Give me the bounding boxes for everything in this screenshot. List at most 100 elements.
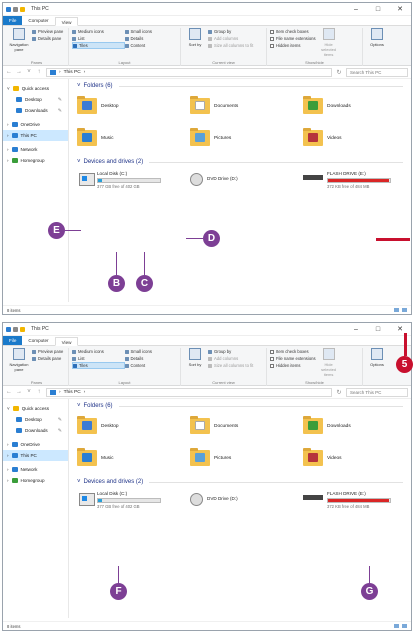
medium-icons-button[interactable]: Medium icons	[72, 348, 125, 355]
expand-chevron-icon[interactable]: ›	[7, 467, 9, 472]
folder-desktop[interactable]: Desktop	[77, 93, 190, 119]
add-columns-button[interactable]: Add columns	[208, 355, 253, 362]
folders-section-header[interactable]: ˅ Folders (6)	[77, 403, 403, 409]
drives-section-header[interactable]: ˅ Devices and drives (2)	[77, 159, 403, 165]
large-icons-view-icon[interactable]	[402, 308, 407, 312]
folder-pictures[interactable]: Pictures	[190, 445, 303, 471]
address-bar[interactable]: › This PC ›	[46, 387, 332, 397]
small-icons-button[interactable]: Small icons	[124, 348, 178, 355]
options-button[interactable]: Options	[366, 348, 388, 367]
file-name-extensions-checkbox[interactable]	[270, 356, 274, 361]
drive-dvd[interactable]: DVD Drive (D:)	[190, 489, 303, 517]
hidden-items-toggle[interactable]: Hidden items	[270, 42, 316, 49]
pin-icon[interactable]: ✎	[58, 108, 62, 114]
drive-local-disk[interactable]: Local Disk (C:) 377 GB free of 402 GB	[77, 169, 190, 197]
maximize-button[interactable]: □	[367, 323, 389, 336]
size-columns-button[interactable]: Size all columns to fit	[208, 362, 253, 369]
tiles-button[interactable]: Tiles	[72, 362, 125, 369]
address-bar[interactable]: › This PC ›	[46, 67, 332, 77]
preview-pane-button[interactable]: Preview pane	[32, 28, 63, 35]
details-pane-button[interactable]: Details pane	[32, 355, 63, 362]
medium-icons-button[interactable]: Medium icons	[72, 28, 125, 35]
item-check-boxes-toggle[interactable]: Item check boxes	[270, 28, 316, 35]
collapse-chevron-icon[interactable]: ˅	[77, 159, 81, 165]
item-check-boxes-checkbox[interactable]	[270, 29, 274, 34]
expand-chevron-icon[interactable]: ›	[7, 478, 9, 483]
collapse-chevron-icon[interactable]: ˅	[77, 479, 81, 485]
pin-icon[interactable]: ✎	[58, 417, 62, 423]
refresh-icon[interactable]: ↻	[336, 69, 342, 76]
folder-desktop[interactable]: Desktop	[77, 413, 190, 439]
folder-videos[interactable]: Videos	[303, 445, 403, 471]
nav-network[interactable]: › Network	[3, 464, 68, 475]
tab-view[interactable]: View	[54, 337, 79, 346]
file-name-extensions-toggle[interactable]: File name extensions	[270, 355, 316, 362]
item-check-boxes-toggle[interactable]: Item check boxes	[270, 348, 316, 355]
details-pane-button[interactable]: Details pane	[32, 35, 63, 42]
size-columns-button[interactable]: Size all columns to fit	[208, 42, 253, 49]
nav-quick-access[interactable]: ˅ Quick access	[3, 83, 68, 94]
list-button[interactable]: List	[72, 35, 125, 42]
pin-icon[interactable]: ✎	[58, 97, 62, 103]
folder-music[interactable]: Music	[77, 445, 190, 471]
expand-chevron-icon[interactable]: ˅	[7, 406, 10, 411]
drive-flash[interactable]: FLASH DRIVE (E:) 372 KB free of 484 MB	[303, 489, 403, 517]
maximize-button[interactable]: □	[367, 3, 389, 16]
new-folder-icon[interactable]	[20, 6, 25, 12]
drive-dvd[interactable]: DVD Drive (D:)	[190, 169, 303, 197]
list-button[interactable]: List	[72, 355, 125, 362]
expand-chevron-icon[interactable]: ˅	[7, 86, 10, 91]
nav-quick-access[interactable]: ˅ Quick access	[3, 403, 68, 414]
nav-downloads[interactable]: Downloads ✎	[3, 105, 68, 116]
folder-pictures[interactable]: Pictures	[190, 125, 303, 151]
nav-homegroup[interactable]: › Homegroup	[3, 155, 68, 166]
folder-videos[interactable]: Videos	[303, 125, 403, 151]
drive-flash[interactable]: FLASH DRIVE (E:) 372 KB free of 484 MB	[303, 169, 403, 197]
nav-desktop[interactable]: Desktop ✎	[3, 414, 68, 425]
close-button[interactable]: ✕	[389, 3, 411, 16]
search-input[interactable]: Search This PC	[346, 67, 408, 77]
content-button[interactable]: Content	[124, 362, 178, 369]
tab-computer[interactable]: Computer	[22, 336, 54, 345]
file-name-extensions-toggle[interactable]: File name extensions	[270, 35, 316, 42]
hidden-items-checkbox[interactable]	[270, 363, 274, 368]
expand-chevron-icon[interactable]: ›	[7, 158, 9, 163]
details-button[interactable]: Details	[124, 35, 178, 42]
tab-file[interactable]: File	[3, 336, 23, 345]
recent-chevron-icon[interactable]: ˅	[26, 69, 32, 75]
item-check-boxes-checkbox[interactable]	[270, 349, 274, 354]
back-arrow-icon[interactable]: ←	[6, 69, 12, 75]
properties-icon[interactable]	[13, 326, 18, 332]
folder-documents[interactable]: Documents	[190, 413, 303, 439]
nav-this-pc[interactable]: › This PC	[3, 450, 68, 461]
small-icons-button[interactable]: Small icons	[124, 28, 178, 35]
pin-icon[interactable]: ✎	[58, 428, 62, 434]
drives-section-header[interactable]: ˅ Devices and drives (2)	[77, 479, 403, 485]
minimize-button[interactable]: –	[345, 323, 367, 336]
large-icons-view-icon[interactable]	[402, 624, 407, 628]
up-arrow-icon[interactable]: ↑	[36, 389, 42, 395]
folder-downloads[interactable]: Downloads	[303, 413, 403, 439]
nav-desktop[interactable]: Desktop ✎	[3, 94, 68, 105]
hidden-items-toggle[interactable]: Hidden items	[270, 362, 316, 369]
details-button[interactable]: Details	[124, 355, 178, 362]
group-by-button[interactable]: Group by	[208, 348, 253, 355]
nav-downloads[interactable]: Downloads ✎	[3, 425, 68, 436]
nav-network[interactable]: › Network	[3, 144, 68, 155]
options-button[interactable]: Options	[366, 28, 388, 47]
collapse-chevron-icon[interactable]: ˅	[77, 83, 81, 89]
group-by-button[interactable]: Group by	[208, 28, 253, 35]
new-folder-icon[interactable]	[20, 326, 25, 332]
minimize-button[interactable]: –	[345, 3, 367, 16]
back-arrow-icon[interactable]: ←	[6, 389, 12, 395]
expand-chevron-icon[interactable]: ›	[7, 442, 9, 447]
hidden-items-checkbox[interactable]	[270, 43, 274, 48]
expand-chevron-icon[interactable]: ›	[7, 133, 9, 138]
properties-icon[interactable]	[13, 6, 18, 12]
folder-documents[interactable]: Documents	[190, 93, 303, 119]
details-view-icon[interactable]	[394, 308, 399, 312]
preview-pane-button[interactable]: Preview pane	[32, 348, 63, 355]
tiles-button[interactable]: Tiles	[72, 42, 125, 49]
forward-arrow-icon[interactable]: →	[16, 389, 22, 395]
folders-section-header[interactable]: ˅ Folders (6)	[77, 83, 403, 89]
